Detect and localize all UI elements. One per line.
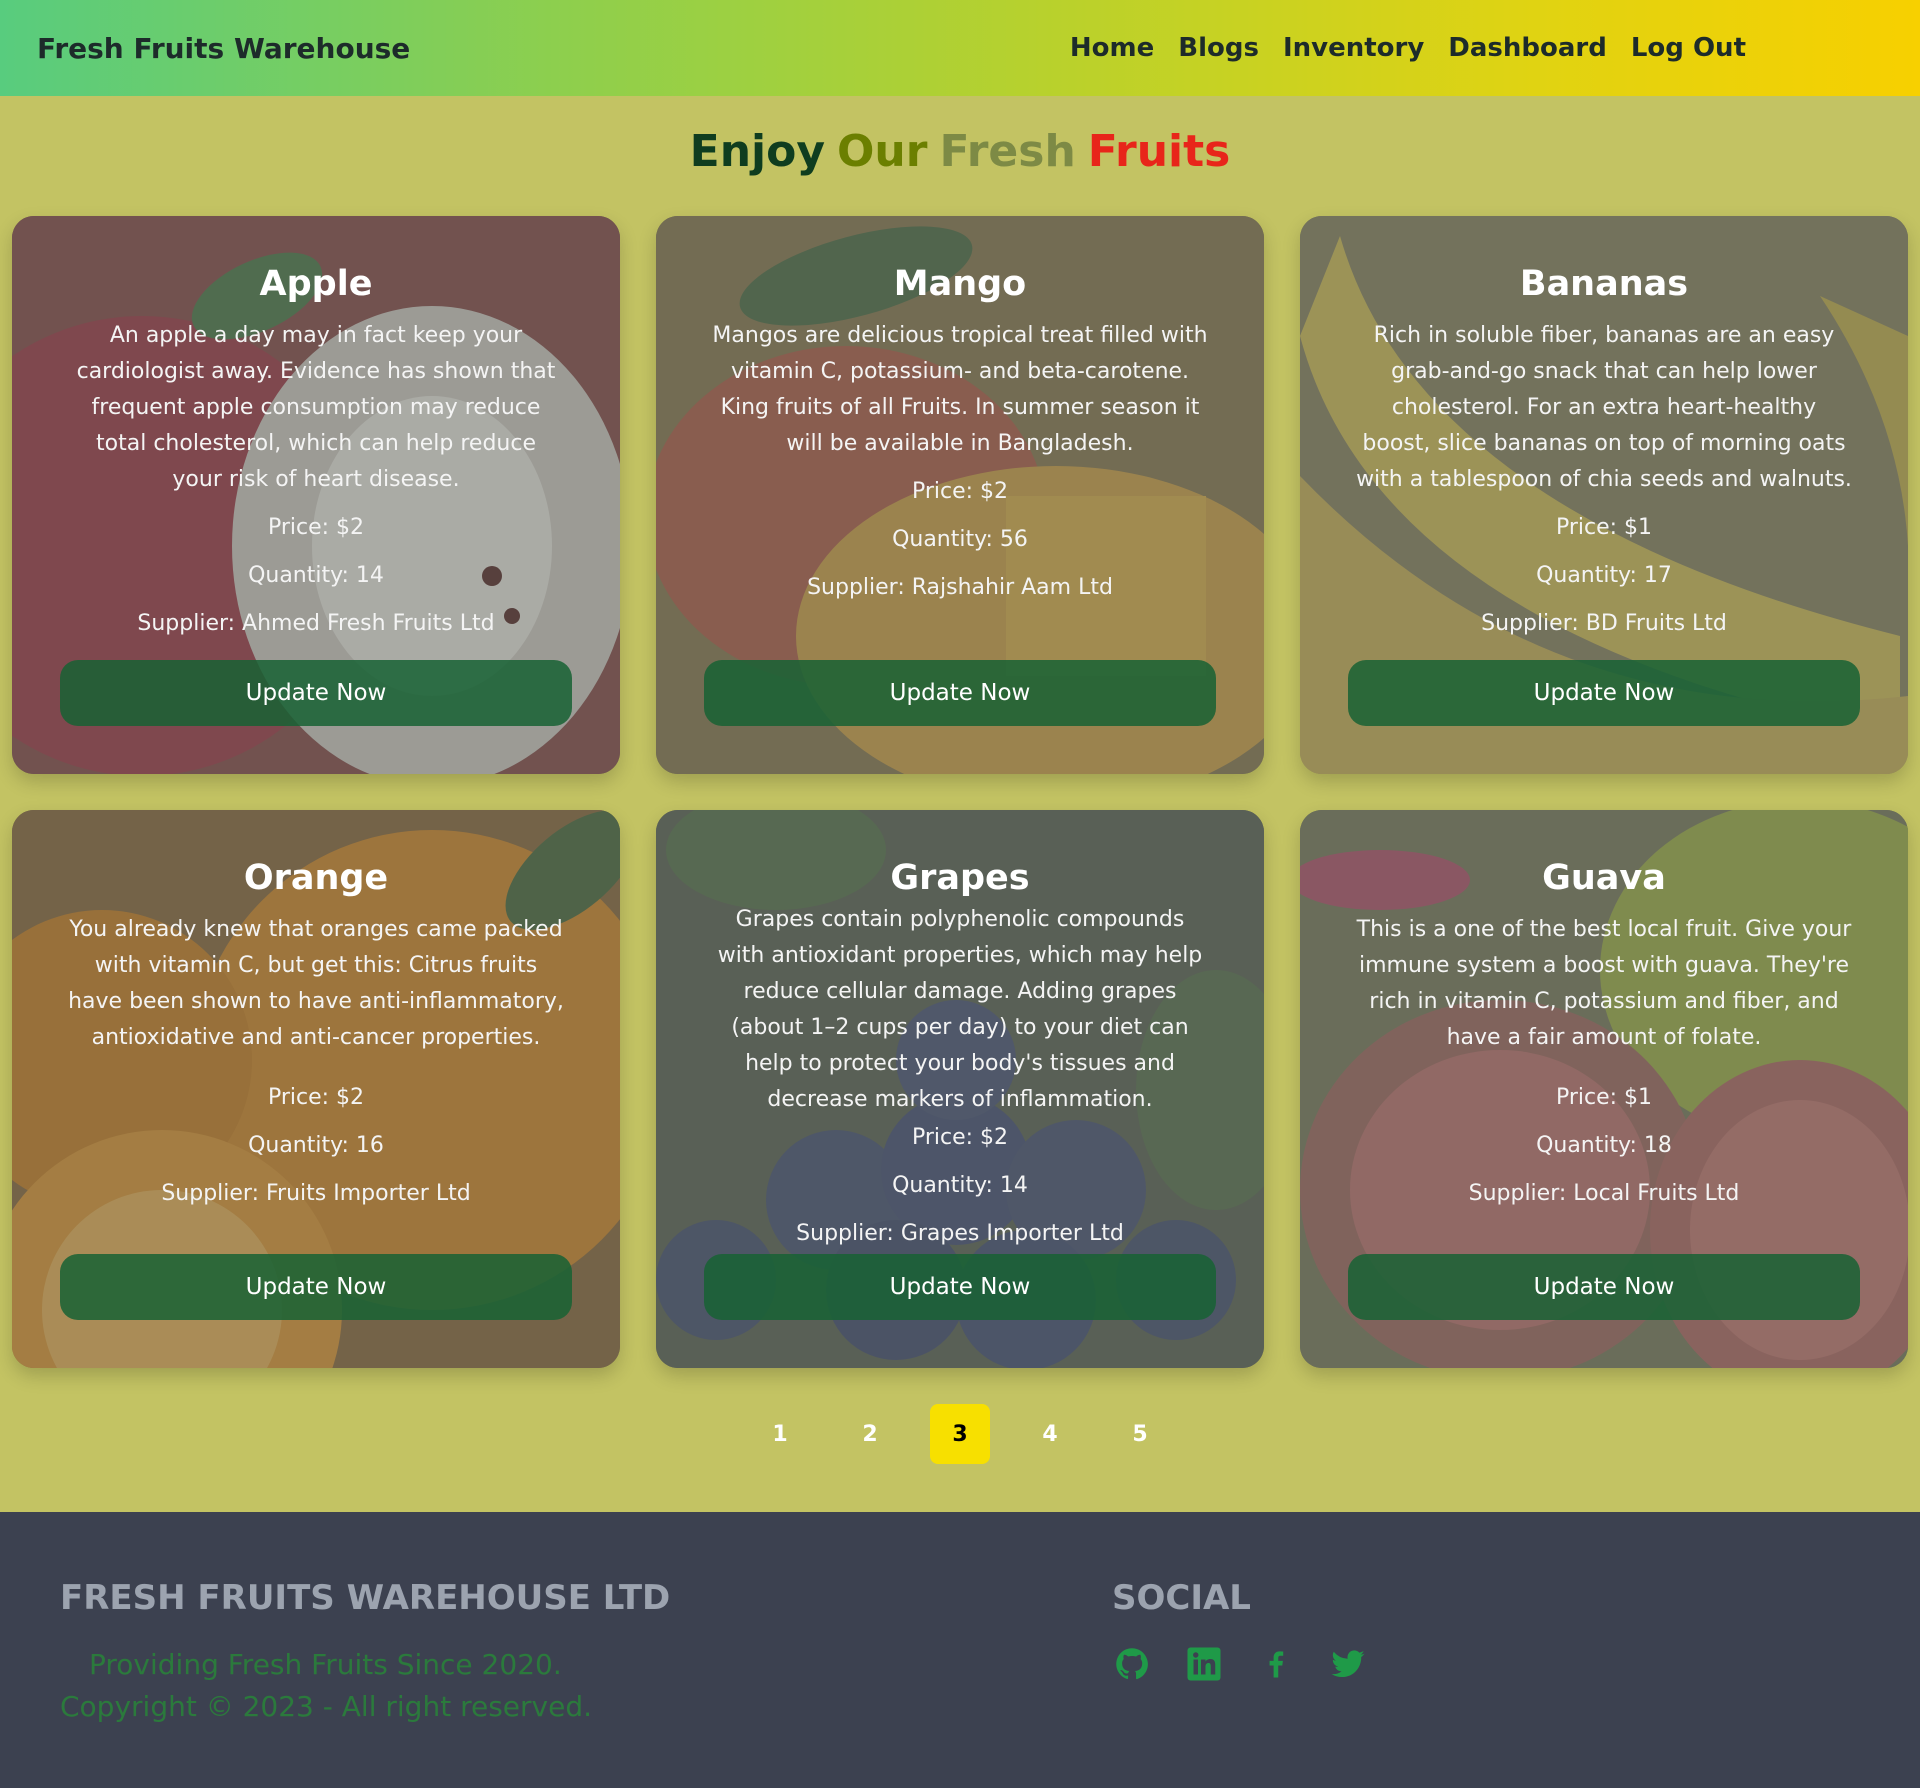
- card-description: An apple a day may in fact keep your car…: [76, 323, 556, 492]
- product-card-bananas: Bananas Rich in soluble fiber, bananas a…: [1300, 216, 1908, 774]
- page-button-5[interactable]: 5: [1110, 1404, 1170, 1464]
- card-price: Price: $2: [267, 515, 365, 540]
- footer: FRESH FRUITS WAREHOUSE LTD Providing Fre…: [0, 1512, 1920, 1788]
- card-supplier: Supplier: Fruits Importer Ltd: [161, 1181, 471, 1206]
- product-card-apple: Apple An apple a day may in fact keep yo…: [12, 216, 620, 774]
- facebook-icon[interactable]: [1256, 1644, 1296, 1684]
- nav-inventory[interactable]: Inventory: [1283, 33, 1424, 63]
- card-description: Rich in soluble fiber, bananas are an ea…: [1356, 323, 1852, 492]
- update-now-button[interactable]: Update Now: [60, 1254, 572, 1320]
- footer-company-name: FRESH FRUITS WAREHOUSE LTD: [60, 1578, 671, 1618]
- product-card-guava: Guava This is a one of the best local fr…: [1300, 810, 1908, 1368]
- card-quantity: Quantity: 56: [892, 527, 1028, 552]
- footer-tagline: Providing Fresh Fruits Since 2020.: [89, 1648, 562, 1681]
- linkedin-icon[interactable]: [1184, 1644, 1224, 1684]
- card-supplier: Supplier: Rajshahir Aam Ltd: [807, 575, 1113, 600]
- nav-blogs[interactable]: Blogs: [1178, 33, 1259, 63]
- card-supplier: Supplier: Local Fruits Ltd: [1468, 1181, 1740, 1206]
- nav-home[interactable]: Home: [1070, 33, 1154, 63]
- product-card-grapes: Grapes Grapes contain polyphenolic compo…: [656, 810, 1264, 1368]
- product-card-mango: Mango Mangos are delicious tropical trea…: [656, 216, 1264, 774]
- title-word-fresh: Fresh: [939, 126, 1076, 177]
- brand-name[interactable]: Fresh Fruits Warehouse: [37, 32, 410, 65]
- product-card-orange: Orange You already knew that oranges cam…: [12, 810, 620, 1368]
- card-supplier: Supplier: BD Fruits Ltd: [1481, 611, 1727, 636]
- footer-social: SOCIAL: [1112, 1578, 1368, 1788]
- card-title: Orange: [243, 858, 389, 898]
- product-grid: Apple An apple a day may in fact keep yo…: [0, 216, 1920, 1368]
- card-quantity: Quantity: 14: [892, 1173, 1028, 1198]
- update-now-button[interactable]: Update Now: [1348, 660, 1860, 726]
- card-title: Bananas: [1519, 264, 1689, 304]
- card-title: Guava: [1542, 858, 1666, 898]
- page-title: Enjoy Our Fresh Fruits: [0, 122, 1920, 182]
- card-description: Grapes contain polyphenolic compounds wi…: [717, 907, 1203, 1112]
- github-icon[interactable]: [1112, 1644, 1152, 1684]
- nav-links: Home Blogs Inventory Dashboard Log Out: [1070, 33, 1746, 63]
- card-quantity: Quantity: 14: [248, 563, 384, 588]
- card-price: Price: $2: [267, 1085, 365, 1110]
- card-title: Apple: [259, 264, 373, 304]
- card-price: Price: $1: [1555, 1085, 1653, 1110]
- page-button-2[interactable]: 2: [840, 1404, 900, 1464]
- footer-copyright: Copyright © 2023 - All right reserved.: [60, 1690, 592, 1723]
- card-price: Price: $1: [1555, 515, 1653, 540]
- title-word-enjoy: Enjoy: [689, 126, 826, 177]
- page-button-1[interactable]: 1: [750, 1404, 810, 1464]
- title-word-our: Our: [837, 126, 928, 177]
- update-now-button[interactable]: Update Now: [704, 660, 1216, 726]
- update-now-button[interactable]: Update Now: [60, 660, 572, 726]
- card-description: Mangos are delicious tropical treat fill…: [712, 323, 1208, 456]
- card-supplier: Supplier: Grapes Importer Ltd: [796, 1221, 1124, 1246]
- page-button-4[interactable]: 4: [1020, 1404, 1080, 1464]
- card-title: Mango: [893, 264, 1027, 304]
- card-quantity: Quantity: 18: [1536, 1133, 1672, 1158]
- card-description: This is a one of the best local fruit. G…: [1356, 917, 1852, 1050]
- navbar: Fresh Fruits Warehouse Home Blogs Invent…: [0, 0, 1920, 96]
- twitter-icon[interactable]: [1328, 1644, 1368, 1684]
- page-button-3[interactable]: 3: [930, 1404, 990, 1464]
- card-quantity: Quantity: 16: [248, 1133, 384, 1158]
- card-price: Price: $2: [911, 479, 1009, 504]
- card-title: Grapes: [890, 858, 1030, 898]
- update-now-button[interactable]: Update Now: [704, 1254, 1216, 1320]
- card-supplier: Supplier: Ahmed Fresh Fruits Ltd: [137, 611, 495, 636]
- update-now-button[interactable]: Update Now: [1348, 1254, 1860, 1320]
- card-quantity: Quantity: 17: [1536, 563, 1672, 588]
- pagination: 1 2 3 4 5: [0, 1404, 1920, 1464]
- footer-social-heading: SOCIAL: [1112, 1578, 1251, 1618]
- nav-logout[interactable]: Log Out: [1631, 33, 1746, 63]
- card-description: You already knew that oranges came packe…: [68, 917, 564, 1050]
- footer-company: FRESH FRUITS WAREHOUSE LTD Providing Fre…: [60, 1578, 1112, 1788]
- social-icons: [1112, 1644, 1368, 1684]
- card-price: Price: $2: [911, 1125, 1009, 1150]
- title-word-fruits: Fruits: [1087, 126, 1231, 177]
- nav-dashboard[interactable]: Dashboard: [1448, 33, 1607, 63]
